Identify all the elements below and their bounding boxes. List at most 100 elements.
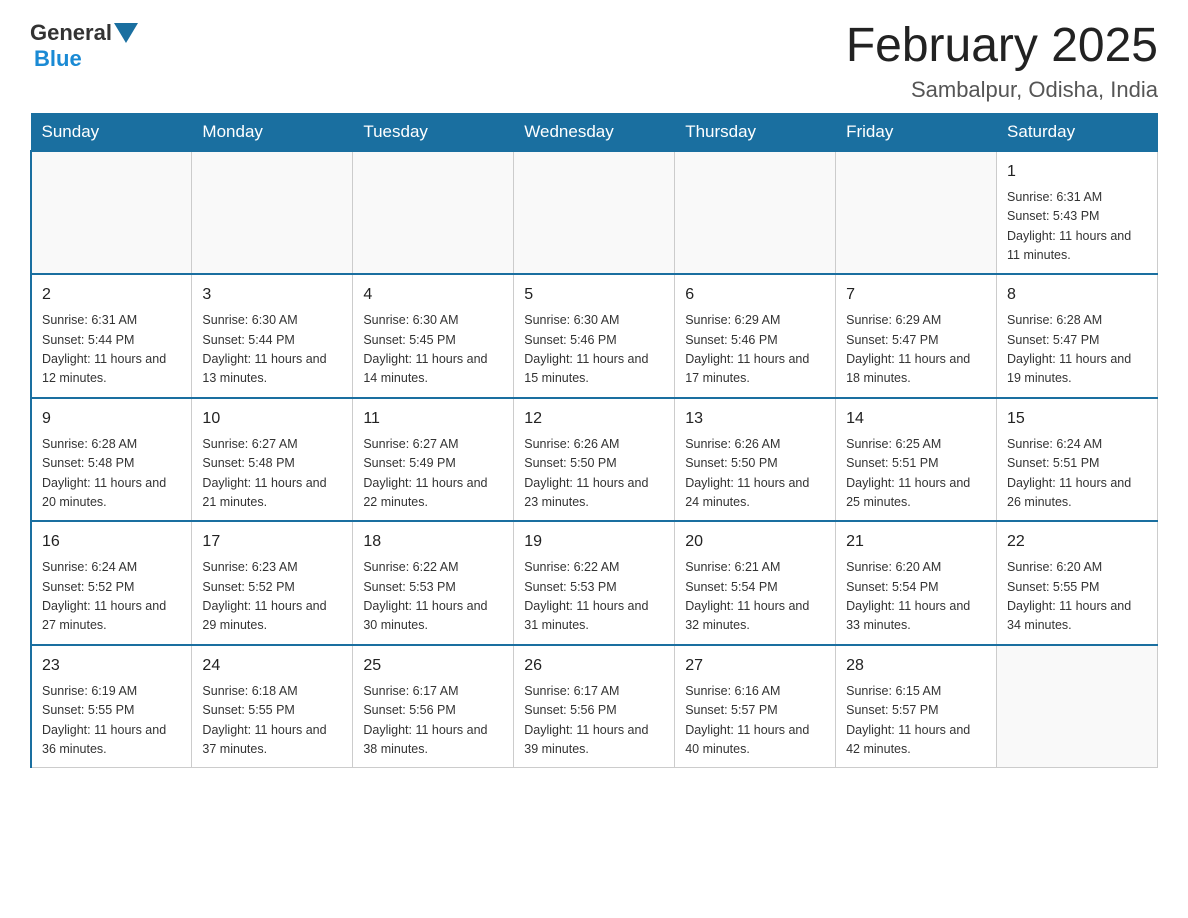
- day-info: Sunrise: 6:30 AM Sunset: 5:45 PM Dayligh…: [363, 311, 503, 389]
- day-number: 2: [42, 283, 181, 307]
- day-number: 12: [524, 407, 664, 431]
- calendar-cell: 18Sunrise: 6:22 AM Sunset: 5:53 PM Dayli…: [353, 521, 514, 645]
- col-thursday: Thursday: [675, 113, 836, 151]
- calendar-cell: 14 Sunrise: 6:25 AM Sunset: 5:51 PM Dayli…: [836, 398, 997, 522]
- calendar-cell: 19 Sunrise: 6:22 AM Sunset: 5:53 PM Dayli…: [514, 521, 675, 645]
- day-number: 17: [202, 530, 342, 554]
- day-number: 24: [202, 654, 342, 678]
- month-title: February 2025: [846, 20, 1158, 73]
- calendar-cell: 11Sunrise: 6:27 AM Sunset: 5:49 PM Dayli…: [353, 398, 514, 522]
- day-info: Sunrise: 6:24 AM Sunset: 5:51 PM Dayligh…: [1007, 435, 1147, 513]
- calendar-week-row: 23Sunrise: 6:19 AM Sunset: 5:55 PM Dayli…: [31, 645, 1158, 768]
- calendar-cell: 9Sunrise: 6:28 AM Sunset: 5:48 PM Daylig…: [31, 398, 192, 522]
- logo: General Blue: [30, 20, 138, 72]
- header-row: Sunday Monday Tuesday Wednesday Thursday…: [31, 113, 1158, 151]
- day-number: 21: [846, 530, 986, 554]
- col-wednesday: Wednesday: [514, 113, 675, 151]
- day-number: 15: [1007, 407, 1147, 431]
- calendar-cell: 10Sunrise: 6:27 AM Sunset: 5:48 PM Dayli…: [192, 398, 353, 522]
- calendar-week-row: 16 Sunrise: 6:24 AM Sunset: 5:52 PM Dayli…: [31, 521, 1158, 645]
- day-info: Sunrise: 6:26 AM Sunset: 5:50 PM Dayligh…: [524, 435, 664, 513]
- logo-triangle-icon: [114, 23, 138, 43]
- calendar-cell: 7 Sunrise: 6:29 AM Sunset: 5:47 PM Daylig…: [836, 274, 997, 398]
- calendar-cell: 8 Sunrise: 6:28 AM Sunset: 5:47 PM Daylig…: [997, 274, 1158, 398]
- calendar-cell: 5 Sunrise: 6:30 AM Sunset: 5:46 PM Daylig…: [514, 274, 675, 398]
- day-number: 20: [685, 530, 825, 554]
- calendar-cell: 13Sunrise: 6:26 AM Sunset: 5:50 PM Dayli…: [675, 398, 836, 522]
- calendar-cell: [514, 151, 675, 275]
- day-number: 28: [846, 654, 986, 678]
- day-info: Sunrise: 6:21 AM Sunset: 5:54 PM Dayligh…: [685, 558, 825, 636]
- day-info: Sunrise: 6:23 AM Sunset: 5:52 PM Dayligh…: [202, 558, 342, 636]
- day-info: Sunrise: 6:27 AM Sunset: 5:48 PM Dayligh…: [202, 435, 342, 513]
- calendar-cell: [31, 151, 192, 275]
- day-info: Sunrise: 6:29 AM Sunset: 5:47 PM Dayligh…: [846, 311, 986, 389]
- day-info: Sunrise: 6:17 AM Sunset: 5:56 PM Dayligh…: [524, 682, 664, 760]
- day-number: 11: [363, 407, 503, 431]
- calendar-cell: 4 Sunrise: 6:30 AM Sunset: 5:45 PM Daylig…: [353, 274, 514, 398]
- calendar-cell: [353, 151, 514, 275]
- calendar-cell: 20 Sunrise: 6:21 AM Sunset: 5:54 PM Dayli…: [675, 521, 836, 645]
- calendar-cell: [192, 151, 353, 275]
- day-info: Sunrise: 6:30 AM Sunset: 5:46 PM Dayligh…: [524, 311, 664, 389]
- day-number: 4: [363, 283, 503, 307]
- day-number: 22: [1007, 530, 1147, 554]
- calendar-table: Sunday Monday Tuesday Wednesday Thursday…: [30, 113, 1158, 769]
- calendar-week-row: 1 Sunrise: 6:31 AM Sunset: 5:43 PM Daylig…: [31, 151, 1158, 275]
- day-number: 6: [685, 283, 825, 307]
- day-info: Sunrise: 6:30 AM Sunset: 5:44 PM Dayligh…: [202, 311, 342, 389]
- logo-general-text: General: [30, 20, 112, 46]
- calendar-header: Sunday Monday Tuesday Wednesday Thursday…: [31, 113, 1158, 151]
- day-number: 25: [363, 654, 503, 678]
- calendar-cell: 3 Sunrise: 6:30 AM Sunset: 5:44 PM Daylig…: [192, 274, 353, 398]
- calendar-cell: 21Sunrise: 6:20 AM Sunset: 5:54 PM Dayli…: [836, 521, 997, 645]
- day-number: 18: [363, 530, 503, 554]
- calendar-week-row: 9Sunrise: 6:28 AM Sunset: 5:48 PM Daylig…: [31, 398, 1158, 522]
- calendar-cell: 28 Sunrise: 6:15 AM Sunset: 5:57 PM Dayli…: [836, 645, 997, 768]
- calendar-cell: 25 Sunrise: 6:17 AM Sunset: 5:56 PM Dayli…: [353, 645, 514, 768]
- day-number: 7: [846, 283, 986, 307]
- day-info: Sunrise: 6:25 AM Sunset: 5:51 PM Dayligh…: [846, 435, 986, 513]
- day-number: 8: [1007, 283, 1147, 307]
- col-sunday: Sunday: [31, 113, 192, 151]
- day-info: Sunrise: 6:17 AM Sunset: 5:56 PM Dayligh…: [363, 682, 503, 760]
- day-number: 23: [42, 654, 181, 678]
- calendar-cell: 15 Sunrise: 6:24 AM Sunset: 5:51 PM Dayli…: [997, 398, 1158, 522]
- day-info: Sunrise: 6:28 AM Sunset: 5:47 PM Dayligh…: [1007, 311, 1147, 389]
- day-info: Sunrise: 6:20 AM Sunset: 5:55 PM Dayligh…: [1007, 558, 1147, 636]
- day-number: 27: [685, 654, 825, 678]
- day-number: 16: [42, 530, 181, 554]
- calendar-cell: 1 Sunrise: 6:31 AM Sunset: 5:43 PM Daylig…: [997, 151, 1158, 275]
- calendar-cell: 22 Sunrise: 6:20 AM Sunset: 5:55 PM Dayli…: [997, 521, 1158, 645]
- calendar-cell: 17 Sunrise: 6:23 AM Sunset: 5:52 PM Dayli…: [192, 521, 353, 645]
- day-number: 1: [1007, 160, 1147, 184]
- col-saturday: Saturday: [997, 113, 1158, 151]
- calendar-cell: 16 Sunrise: 6:24 AM Sunset: 5:52 PM Dayli…: [31, 521, 192, 645]
- day-number: 3: [202, 283, 342, 307]
- calendar-cell: 6 Sunrise: 6:29 AM Sunset: 5:46 PM Daylig…: [675, 274, 836, 398]
- day-number: 14: [846, 407, 986, 431]
- title-area: February 2025 Sambalpur, Odisha, India: [846, 20, 1158, 103]
- calendar-body: 1 Sunrise: 6:31 AM Sunset: 5:43 PM Daylig…: [31, 151, 1158, 768]
- day-info: Sunrise: 6:24 AM Sunset: 5:52 PM Dayligh…: [42, 558, 181, 636]
- day-number: 26: [524, 654, 664, 678]
- day-info: Sunrise: 6:26 AM Sunset: 5:50 PM Dayligh…: [685, 435, 825, 513]
- calendar-cell: 12 Sunrise: 6:26 AM Sunset: 5:50 PM Dayli…: [514, 398, 675, 522]
- page-header: General Blue February 2025 Sambalpur, Od…: [30, 20, 1158, 103]
- day-info: Sunrise: 6:31 AM Sunset: 5:44 PM Dayligh…: [42, 311, 181, 389]
- day-number: 5: [524, 283, 664, 307]
- day-info: Sunrise: 6:31 AM Sunset: 5:43 PM Dayligh…: [1007, 188, 1147, 266]
- day-info: Sunrise: 6:16 AM Sunset: 5:57 PM Dayligh…: [685, 682, 825, 760]
- day-number: 19: [524, 530, 664, 554]
- day-info: Sunrise: 6:22 AM Sunset: 5:53 PM Dayligh…: [524, 558, 664, 636]
- calendar-cell: [836, 151, 997, 275]
- calendar-cell: 2 Sunrise: 6:31 AM Sunset: 5:44 PM Daylig…: [31, 274, 192, 398]
- col-monday: Monday: [192, 113, 353, 151]
- location-label: Sambalpur, Odisha, India: [846, 77, 1158, 103]
- day-info: Sunrise: 6:18 AM Sunset: 5:55 PM Dayligh…: [202, 682, 342, 760]
- day-info: Sunrise: 6:15 AM Sunset: 5:57 PM Dayligh…: [846, 682, 986, 760]
- calendar-cell: 27 Sunrise: 6:16 AM Sunset: 5:57 PM Dayli…: [675, 645, 836, 768]
- calendar-cell: 24 Sunrise: 6:18 AM Sunset: 5:55 PM Dayli…: [192, 645, 353, 768]
- day-info: Sunrise: 6:29 AM Sunset: 5:46 PM Dayligh…: [685, 311, 825, 389]
- col-friday: Friday: [836, 113, 997, 151]
